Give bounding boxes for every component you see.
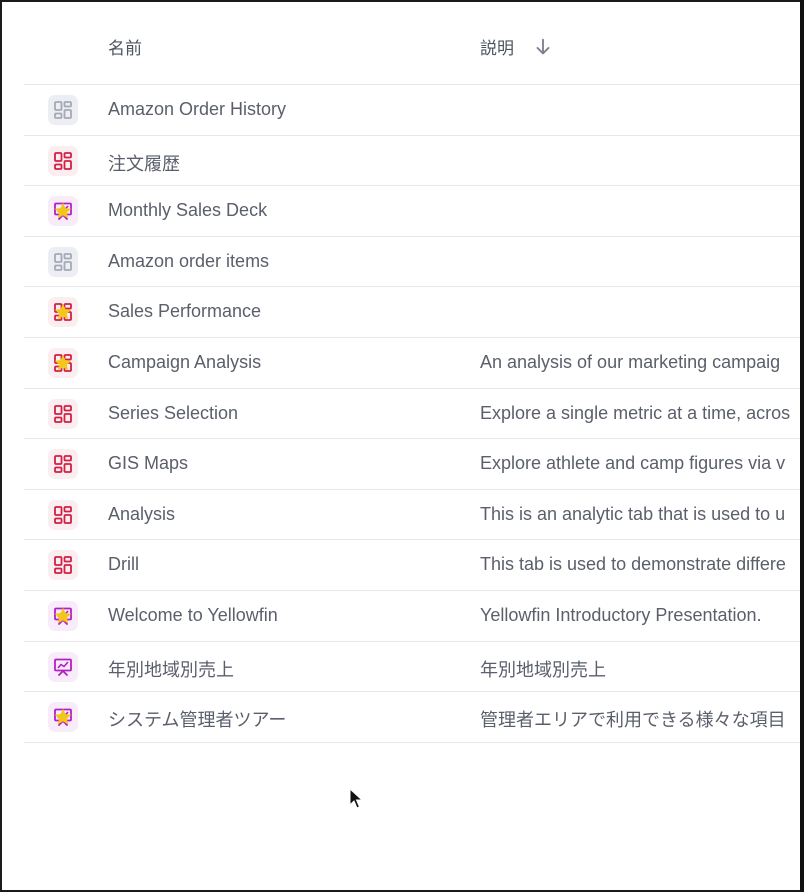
dashboard-icon [54, 505, 72, 524]
content-description: 年別地域別売上 [480, 659, 606, 680]
presentation-icon-badge [48, 651, 78, 682]
table-row[interactable]: Campaign Analysis An analysis of our mar… [24, 338, 804, 389]
content-list-window: 名前 説明 Amazon Order History 注文履歴 Monthly … [0, 0, 804, 892]
content-name[interactable]: Monthly Sales Deck [108, 200, 267, 221]
table-row[interactable]: GIS Maps Explore athlete and camp figure… [24, 439, 804, 490]
window-edge [800, 0, 804, 892]
table-row[interactable]: Analysis This is an analytic tab that is… [24, 490, 804, 541]
table-row[interactable]: Sales Performance [24, 287, 804, 338]
table-row[interactable]: Series Selection Explore a single metric… [24, 389, 804, 440]
column-header-description[interactable]: 説明 [480, 34, 554, 59]
favorite-star-icon[interactable] [53, 201, 73, 221]
table-row[interactable]: Amazon Order History [24, 85, 804, 136]
dashboard-icon [54, 455, 72, 474]
dashboard-icon [54, 404, 72, 423]
content-name[interactable]: GIS Maps [108, 453, 188, 474]
dashboard-icon-badge [48, 297, 78, 328]
content-name[interactable]: Welcome to Yellowfin [108, 605, 278, 626]
content-description: Explore athlete and camp figures via v [480, 453, 786, 474]
dashboard-icon [54, 556, 72, 575]
dashboard-icon-badge [48, 95, 78, 125]
content-name[interactable]: Amazon order items [108, 251, 269, 272]
table-row[interactable]: Welcome to Yellowfin Yellowfin Introduct… [24, 591, 804, 642]
dashboard-draft-icon [54, 101, 72, 119]
favorite-star-icon[interactable] [53, 606, 73, 626]
dashboard-icon-badge [48, 550, 78, 581]
content-name[interactable]: Sales Performance [108, 301, 261, 322]
content-description: This tab is used to demonstrate differe [480, 554, 786, 575]
content-name[interactable]: Series Selection [108, 403, 238, 424]
table-row[interactable]: Drill This tab is used to demonstrate di… [24, 540, 804, 591]
content-table-body: Amazon Order History 注文履歴 Monthly Sales … [24, 85, 804, 743]
dashboard-icon-badge [48, 145, 78, 176]
mouse-cursor-icon [349, 788, 363, 809]
table-row[interactable]: 注文履歴 [24, 136, 804, 187]
content-name[interactable]: Amazon Order History [108, 99, 286, 120]
table-header: 名前 説明 [24, 2, 804, 85]
content-name[interactable]: 年別地域別売上 [108, 656, 234, 682]
favorite-star-icon[interactable] [53, 353, 73, 373]
table-row[interactable]: Amazon order items [24, 237, 804, 288]
table-row[interactable]: Monthly Sales Deck [24, 186, 804, 237]
column-header-name[interactable]: 名前 [108, 34, 142, 59]
content-description: Explore a single metric at a time, acros [480, 402, 791, 423]
dashboard-icon-badge [48, 449, 78, 480]
content-name[interactable]: 注文履歴 [108, 150, 180, 176]
arrow-down-icon[interactable] [532, 36, 554, 58]
favorite-star-icon[interactable] [53, 302, 73, 322]
presentation-icon-badge [48, 600, 78, 631]
content-description: 管理者エリアで利用できる様々な項目 [480, 710, 786, 731]
column-header-description-label: 説明 [480, 39, 514, 58]
presentation-icon-badge [48, 196, 78, 227]
favorite-star-icon[interactable] [53, 707, 73, 727]
content-name[interactable]: Drill [108, 554, 139, 575]
presentation-icon-badge [48, 702, 78, 733]
presentation-chart-icon [54, 658, 72, 676]
dashboard-icon-badge [48, 499, 78, 530]
dashboard-icon-badge [48, 347, 78, 378]
content-name[interactable]: システム管理者ツアー [108, 706, 286, 732]
content-description: Yellowfin Introductory Presentation. [480, 604, 762, 625]
content-name[interactable]: Campaign Analysis [108, 352, 261, 373]
content-description: This is an analytic tab that is used to … [480, 503, 786, 524]
table-row[interactable]: 年別地域別売上 年別地域別売上 [24, 642, 804, 693]
dashboard-draft-icon [54, 252, 72, 271]
content-name[interactable]: Analysis [108, 504, 175, 525]
dashboard-icon-badge [48, 398, 78, 429]
dashboard-icon [54, 151, 72, 170]
dashboard-icon-badge [48, 246, 78, 277]
content-description: An analysis of our marketing campaig [480, 351, 781, 372]
table-row[interactable]: システム管理者ツアー 管理者エリアで利用できる様々な項目 [24, 692, 804, 743]
